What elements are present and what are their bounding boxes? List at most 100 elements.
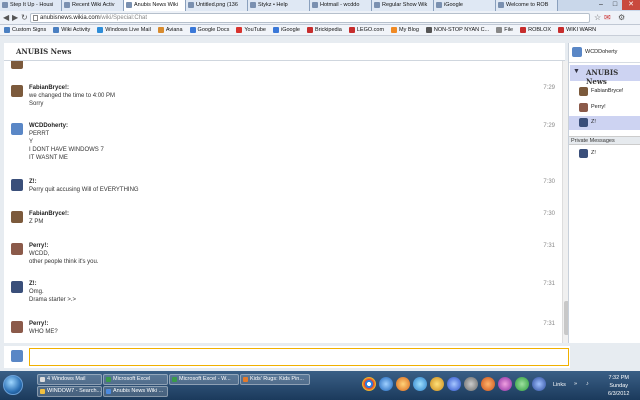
tab-label: Untitled.png (136	[196, 2, 238, 8]
user-list-item[interactable]: Perry!	[569, 101, 640, 115]
chrome-icon[interactable]	[362, 377, 376, 391]
bookmark-label: Google Docs	[197, 27, 230, 33]
taskbar-button-label: Kids' Rugs: Kids Pin...	[250, 376, 304, 382]
bookmark-item[interactable]: Aviana	[157, 27, 183, 33]
app-icon[interactable]	[464, 377, 478, 391]
bookmark-label: LEGO.com	[356, 27, 385, 33]
avatar[interactable]	[11, 85, 23, 97]
bookmark-label: My Blog	[399, 27, 419, 33]
bookmark-item[interactable]: NON-STOP NYAN C...	[425, 27, 490, 33]
tab-label: iGoogle	[444, 2, 463, 8]
caret-down-icon[interactable]: ▼	[573, 68, 580, 75]
volume-icon[interactable]: ♪	[586, 381, 589, 387]
maximize-icon[interactable]: □	[608, 0, 622, 10]
tab-label: Anubis News Wiki	[134, 2, 179, 8]
browser-tab[interactable]: Untitled.png (136	[186, 0, 248, 11]
media-player-icon[interactable]	[447, 377, 461, 391]
taskbar-button[interactable]: WINDOW7 - Search...	[37, 386, 102, 397]
links-toolbar[interactable]: Links	[553, 382, 566, 388]
message-username[interactable]: Z!:	[29, 281, 37, 287]
bookmark-item[interactable]: Google Docs	[189, 27, 230, 33]
browser-tab-active[interactable]: Anubis News Wiki	[124, 0, 186, 11]
window-controls: – □ ✕	[594, 0, 640, 10]
bookmark-label: NON-STOP NYAN C...	[433, 27, 490, 33]
back-icon[interactable]: ◀	[3, 13, 9, 22]
avatar[interactable]	[11, 211, 23, 223]
address-toolbar: ◀ ▶ ↻ anubisnews.wikia.com/wiki/Special:…	[0, 11, 640, 25]
bookmark-item[interactable]: YouTube	[236, 27, 266, 33]
message-username[interactable]: FabianBryce!:	[29, 211, 69, 217]
bookmark-item[interactable]: ROBLOX	[520, 27, 551, 33]
bookmark-label: Custom Signs	[12, 27, 47, 33]
app-icon[interactable]	[532, 377, 546, 391]
start-button[interactable]	[3, 375, 23, 395]
user-list-item-selected[interactable]: Z!	[569, 116, 640, 130]
bookmark-item[interactable]: WIKI WARN	[558, 27, 596, 33]
current-user[interactable]: WCDDoherty	[569, 43, 640, 63]
avatar[interactable]	[11, 123, 23, 135]
wrench-icon[interactable]: ⚙	[618, 13, 625, 22]
user-list-item[interactable]: FabianBryce!	[569, 85, 640, 99]
message-username[interactable]: FabianBryce!:	[29, 85, 69, 91]
ie-icon[interactable]	[379, 377, 393, 391]
browser-tab[interactable]: Hotmail - wcddo	[310, 0, 372, 11]
forward-icon[interactable]: ▶	[12, 13, 18, 22]
folder-icon[interactable]	[430, 377, 444, 391]
bookmark-item[interactable]: LEGO.com	[348, 27, 385, 33]
message-timestamp: 7:31	[543, 321, 555, 327]
browser-tab[interactable]: iGoogle	[434, 0, 496, 11]
browser-tab[interactable]: Stykz • Help	[248, 0, 310, 11]
gmail-icon[interactable]: ✉	[604, 13, 611, 22]
message-timestamp: 7:31	[543, 243, 555, 249]
taskbar-button[interactable]: 4 Windows Mail	[37, 374, 102, 385]
folder-icon	[40, 389, 45, 394]
avatar[interactable]	[11, 281, 23, 293]
avatar[interactable]	[11, 243, 23, 255]
tab-favicon-icon	[188, 2, 194, 8]
app-icon[interactable]	[498, 377, 512, 391]
bookmark-item[interactable]: Custom Signs	[4, 27, 46, 33]
chat-message-input[interactable]	[29, 348, 569, 366]
taskbar-button[interactable]: Microsoft Excel	[103, 374, 168, 385]
bookmark-icon	[189, 27, 196, 33]
firefox-icon[interactable]	[396, 377, 410, 391]
taskbar-button[interactable]: Microsoft Excel - W...	[169, 374, 239, 385]
private-message-item[interactable]: Z!	[569, 147, 640, 161]
address-input[interactable]: anubisnews.wikia.com/wiki/Special:Chat	[30, 13, 590, 23]
bookmark-item[interactable]: iGoogle	[272, 27, 300, 33]
avatar[interactable]	[11, 321, 23, 333]
message-username[interactable]: WCDDoherty:	[29, 123, 68, 129]
tray-arrow-icon[interactable]: »	[574, 381, 577, 387]
bookmark-item[interactable]: Brickipedia	[306, 27, 342, 33]
browser-tab[interactable]: Welcome to ROB	[496, 0, 558, 11]
avatar[interactable]	[11, 179, 23, 191]
browser-tab[interactable]: Regular Show Wik	[372, 0, 434, 11]
message-username[interactable]: Z!:	[29, 179, 37, 185]
message-timestamp: 7:31	[543, 281, 555, 287]
taskbar-button[interactable]: Anubis News Wiki ...	[103, 386, 168, 397]
star-icon[interactable]: ☆	[594, 13, 601, 22]
avatar[interactable]	[11, 61, 23, 69]
tab-label: Regular Show Wik	[382, 2, 428, 8]
browser-tab[interactable]: Step It Up - Housi	[0, 0, 62, 11]
room-header[interactable]: ▼ ANUBIS News	[570, 65, 640, 86]
bookmark-item[interactable]: Windows Live Mail	[97, 27, 151, 33]
bookmark-item[interactable]: File	[496, 27, 513, 33]
message-text: Drama starter >.>	[29, 297, 77, 303]
url-host: anubisnews.wikia.com	[40, 15, 100, 21]
app-icon[interactable]	[515, 377, 529, 391]
message-username[interactable]: Perry!:	[29, 243, 48, 249]
reload-icon[interactable]: ↻	[21, 13, 28, 22]
close-icon[interactable]: ✕	[622, 0, 640, 10]
message-username[interactable]: Perry!:	[29, 321, 48, 327]
message-text: WCDD,	[29, 251, 50, 257]
tab-favicon-icon	[126, 2, 132, 8]
bookmark-item[interactable]: Wiki Activity	[53, 27, 90, 33]
system-clock[interactable]: 7:32 PM Sunday 6/3/2012	[608, 374, 629, 398]
browser-tab[interactable]: Recent Wiki Activ	[62, 0, 124, 11]
taskbar-button[interactable]: Kids' Rugs: Kids Pin...	[240, 374, 310, 385]
minimize-icon[interactable]: –	[594, 0, 608, 10]
app-icon[interactable]	[481, 377, 495, 391]
app-icon[interactable]	[413, 377, 427, 391]
bookmark-item[interactable]: My Blog	[391, 27, 419, 33]
